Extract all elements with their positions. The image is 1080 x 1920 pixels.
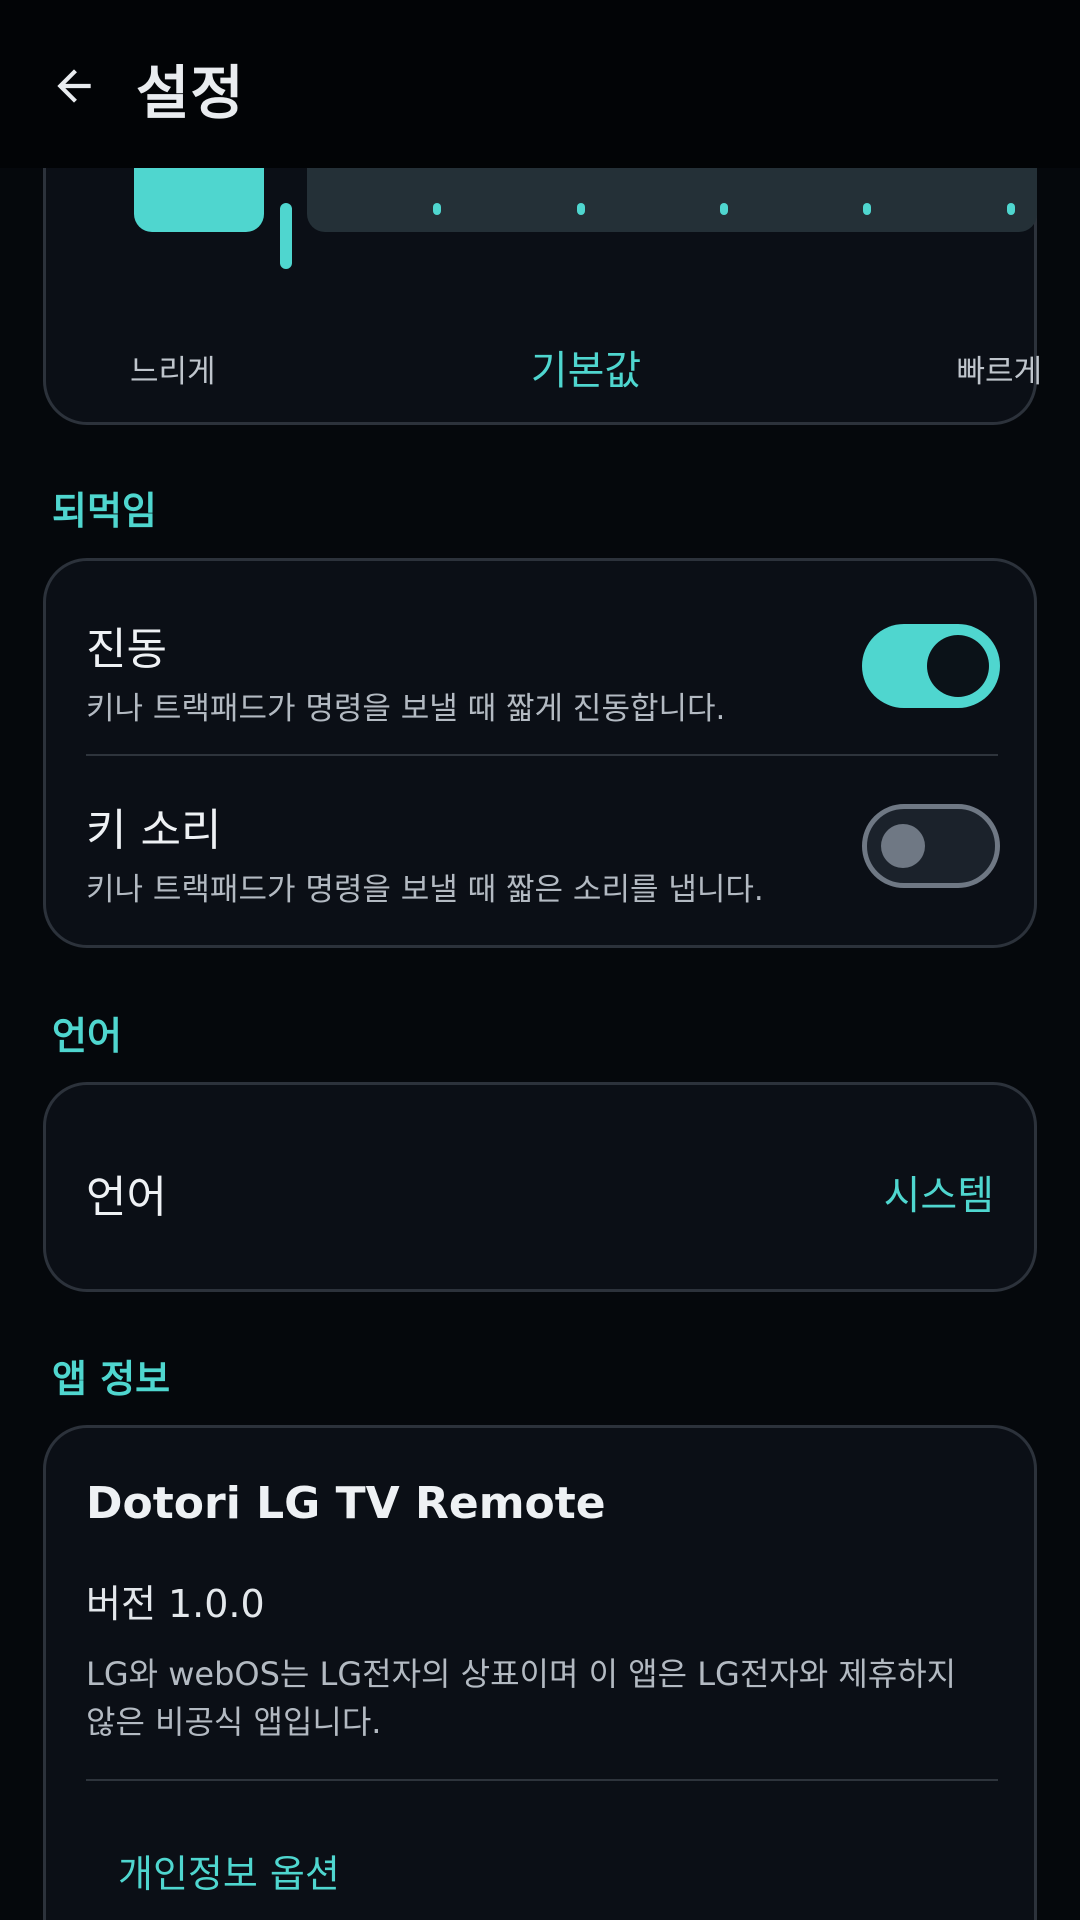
slider-tick (720, 203, 728, 215)
key-sound-title: 키 소리 (86, 805, 222, 856)
vibration-subtitle: 키나 트랙패드가 명령을 보낼 때 짧게 진동합니다. (86, 691, 726, 727)
vibration-toggle[interactable] (862, 624, 1000, 708)
speed-slider-track[interactable] (307, 168, 1037, 232)
key-sound-subtitle: 키나 트랙패드가 명령을 보낼 때 짧은 소리를 냅니다. (86, 872, 764, 908)
speed-slider-thumb[interactable] (280, 203, 292, 269)
arrow-left-icon (57, 69, 91, 103)
speed-labels: 느리게 기본값 빠르게 (130, 338, 1042, 394)
language-row[interactable]: 언어 시스템 (43, 1082, 1037, 1292)
toggle-knob (927, 635, 989, 697)
section-label-about: 앱 정보 (52, 1357, 171, 1401)
app-version: 버전 1.0.0 (86, 1582, 265, 1626)
divider (86, 754, 998, 756)
slider-tick (433, 203, 441, 215)
language-label: 언어 (86, 1172, 167, 1223)
trademark-notice: LG와 webOS는 LG전자의 상표이며 이 앱은 LG전자와 제휴하지 않은… (86, 1655, 957, 1741)
divider (86, 1779, 998, 1781)
key-sound-toggle[interactable] (862, 804, 1000, 888)
section-label-language: 언어 (52, 1014, 122, 1058)
slider-tick (1007, 203, 1015, 215)
section-label-feedback: 되먹임 (52, 489, 157, 533)
speed-segment-selected[interactable] (134, 168, 264, 232)
language-value: 시스템 (883, 1173, 994, 1219)
speed-fast-label: 빠르게 (956, 354, 1042, 390)
page-title: 설정 (136, 59, 245, 127)
feedback-card: 진동 키나 트랙패드가 명령을 보낼 때 짧게 진동합니다. 키 소리 키나 트… (43, 558, 1037, 948)
slider-tick (577, 203, 585, 215)
app-name: Dotori LG TV Remote (86, 1478, 606, 1529)
speed-default-label: 기본값 (530, 348, 642, 394)
vibration-title: 진동 (86, 624, 167, 675)
back-button[interactable] (44, 56, 104, 116)
about-card: Dotori LG TV Remote 버전 1.0.0 LG와 webOS는 … (43, 1425, 1037, 1920)
toggle-knob (881, 824, 925, 868)
settings-screen: 설정 느리게 기본값 빠르게 되먹임 진동 키나 트랙패드가 명령을 보낼 때 … (0, 0, 1080, 1920)
top-app-bar: 설정 (0, 0, 1080, 168)
privacy-options-button[interactable]: 개인정보 옵션 (118, 1843, 340, 1898)
slider-tick (863, 203, 871, 215)
